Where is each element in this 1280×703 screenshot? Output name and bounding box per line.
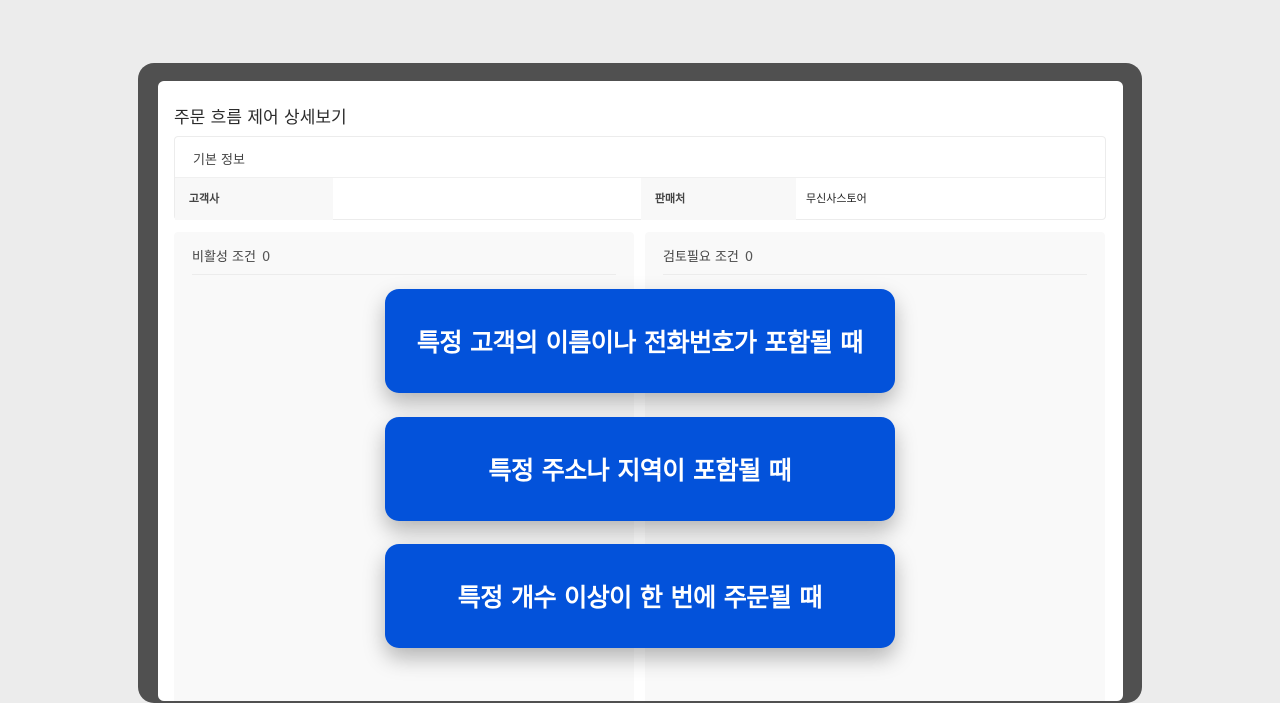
page-title: 주문 흐름 제어 상세보기 — [174, 108, 347, 128]
inactive-conditions-header: 비활성 조건 0 — [192, 246, 616, 275]
review-conditions-header: 검토필요 조건 0 — [663, 246, 1087, 275]
customer-value — [333, 178, 640, 220]
inactive-conditions-label: 비활성 조건 — [192, 250, 256, 265]
basic-info-title: 기본 정보 — [193, 153, 245, 168]
feature-card-quantity-threshold: 특정 개수 이상이 한 번에 주문될 때 — [385, 544, 895, 648]
seller-label: 판매처 — [641, 178, 796, 220]
seller-value: 무신사스토어 — [806, 192, 867, 205]
review-conditions-label: 검토필요 조건 — [663, 250, 739, 265]
feature-card-customer-info: 특정 고객의 이름이나 전화번호가 포함될 때 — [385, 289, 895, 393]
basic-info-card: 기본 정보 고객사 판매처 무신사스토어 — [174, 136, 1106, 220]
review-conditions-count: 0 — [744, 250, 754, 265]
customer-label: 고객사 — [175, 178, 333, 220]
basic-info-row: 고객사 판매처 무신사스토어 — [175, 177, 1105, 220]
feature-card-address-region: 특정 주소나 지역이 포함될 때 — [385, 417, 895, 521]
inactive-conditions-count: 0 — [261, 250, 271, 265]
